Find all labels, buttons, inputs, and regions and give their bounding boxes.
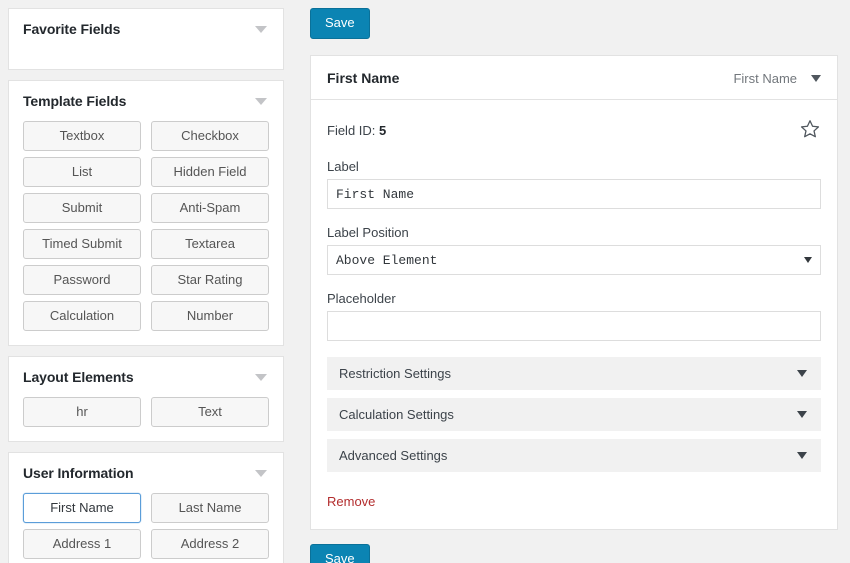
field-button-hr[interactable]: hr <box>23 397 141 427</box>
chevron-down-icon[interactable] <box>255 25 267 33</box>
accordion-advanced-settings[interactable]: Advanced Settings <box>327 439 821 472</box>
panel-header-favorite-fields[interactable]: Favorite Fields <box>9 9 283 47</box>
label-position-select[interactable] <box>327 245 821 275</box>
save-button-bottom[interactable]: Save <box>310 544 370 563</box>
field-button-hidden-field[interactable]: Hidden Field <box>151 157 269 187</box>
user-information-button-grid: First Name Last Name Address 1 Address 2 <box>23 491 269 559</box>
template-field-button-grid: Textbox Checkbox List Hidden Field Submi… <box>23 119 269 331</box>
label-input[interactable] <box>327 179 821 209</box>
panel-body-user-information: First Name Last Name Address 1 Address 2 <box>9 491 283 563</box>
panel-layout-elements: Layout Elements hr Text <box>8 356 284 442</box>
field-group-label: Label <box>327 159 821 209</box>
field-button-last-name[interactable]: Last Name <box>151 493 269 523</box>
placeholder-input[interactable] <box>327 311 821 341</box>
accordion-label: Calculation Settings <box>339 407 454 422</box>
field-button-number[interactable]: Number <box>151 301 269 331</box>
chevron-down-icon <box>797 411 807 418</box>
panel-title: Layout Elements <box>23 369 134 385</box>
panel-title: User Information <box>23 465 134 481</box>
label-field-caption: Label <box>327 159 359 174</box>
field-button-password[interactable]: Password <box>23 265 141 295</box>
accordion-calculation-settings[interactable]: Calculation Settings <box>327 398 821 431</box>
field-button-timed-submit[interactable]: Timed Submit <box>23 229 141 259</box>
panel-favorite-fields: Favorite Fields <box>8 8 284 70</box>
save-button-top[interactable]: Save <box>310 8 370 39</box>
field-button-address-1[interactable]: Address 1 <box>23 529 141 559</box>
panel-header-template-fields[interactable]: Template Fields <box>9 81 283 119</box>
accordion-label: Advanced Settings <box>339 448 448 463</box>
field-button-anti-spam[interactable]: Anti-Spam <box>151 193 269 223</box>
chevron-down-icon <box>797 370 807 377</box>
panel-body-layout-elements: hr Text <box>9 395 283 441</box>
field-id-value: 5 <box>379 123 387 138</box>
placeholder-field-caption: Placeholder <box>327 291 396 306</box>
field-settings-card-body: Field ID: 5 Label Label Position <box>311 100 837 529</box>
accordion-label: Restriction Settings <box>339 366 451 381</box>
field-button-submit[interactable]: Submit <box>23 193 141 223</box>
form-builder-app: Favorite Fields Template Fields Textbox … <box>0 0 850 563</box>
chevron-down-icon[interactable] <box>255 97 267 105</box>
panel-template-fields: Template Fields Textbox Checkbox List Hi… <box>8 80 284 346</box>
field-button-checkbox[interactable]: Checkbox <box>151 121 269 151</box>
settings-accordion: Restriction Settings Calculation Setting… <box>327 357 821 472</box>
field-button-text[interactable]: Text <box>151 397 269 427</box>
field-id-label: Field ID: <box>327 123 376 138</box>
field-editor-main: Save First Name First Name Field ID: 5 L… <box>292 0 850 563</box>
field-group-placeholder: Placeholder <box>327 291 821 341</box>
field-palette-sidebar: Favorite Fields Template Fields Textbox … <box>0 0 292 563</box>
field-id-text: Field ID: 5 <box>327 123 386 138</box>
panel-title: Template Fields <box>23 93 127 109</box>
accordion-restriction-settings[interactable]: Restriction Settings <box>327 357 821 390</box>
panel-user-information: User Information First Name Last Name Ad… <box>8 452 284 563</box>
field-button-calculation[interactable]: Calculation <box>23 301 141 331</box>
panel-header-layout-elements[interactable]: Layout Elements <box>9 357 283 395</box>
field-button-first-name[interactable]: First Name <box>23 493 141 523</box>
star-outline-icon[interactable] <box>799 118 821 143</box>
field-id-row: Field ID: 5 <box>327 118 821 143</box>
layout-element-button-grid: hr Text <box>23 395 269 427</box>
field-button-address-2[interactable]: Address 2 <box>151 529 269 559</box>
field-button-textbox[interactable]: Textbox <box>23 121 141 151</box>
field-settings-header-right: First Name <box>733 71 821 86</box>
chevron-down-icon <box>797 452 807 459</box>
panel-body-favorite-fields <box>9 47 283 69</box>
panel-title: Favorite Fields <box>23 21 121 37</box>
chevron-down-icon[interactable] <box>811 74 821 82</box>
panel-body-template-fields: Textbox Checkbox List Hidden Field Submi… <box>9 119 283 345</box>
remove-field-link[interactable]: Remove <box>327 494 375 509</box>
field-settings-card-header[interactable]: First Name First Name <box>311 56 837 100</box>
field-group-label-position: Label Position <box>327 225 821 275</box>
label-position-caption: Label Position <box>327 225 409 240</box>
label-position-select-wrapper <box>327 245 821 275</box>
panel-header-user-information[interactable]: User Information <box>9 453 283 491</box>
field-button-textarea[interactable]: Textarea <box>151 229 269 259</box>
field-settings-card: First Name First Name Field ID: 5 Label … <box>310 55 838 530</box>
field-button-list[interactable]: List <box>23 157 141 187</box>
field-type-label: First Name <box>733 70 797 86</box>
chevron-down-icon[interactable] <box>255 469 267 477</box>
field-settings-title: First Name <box>327 70 400 86</box>
field-button-star-rating[interactable]: Star Rating <box>151 265 269 295</box>
chevron-down-icon[interactable] <box>255 373 267 381</box>
